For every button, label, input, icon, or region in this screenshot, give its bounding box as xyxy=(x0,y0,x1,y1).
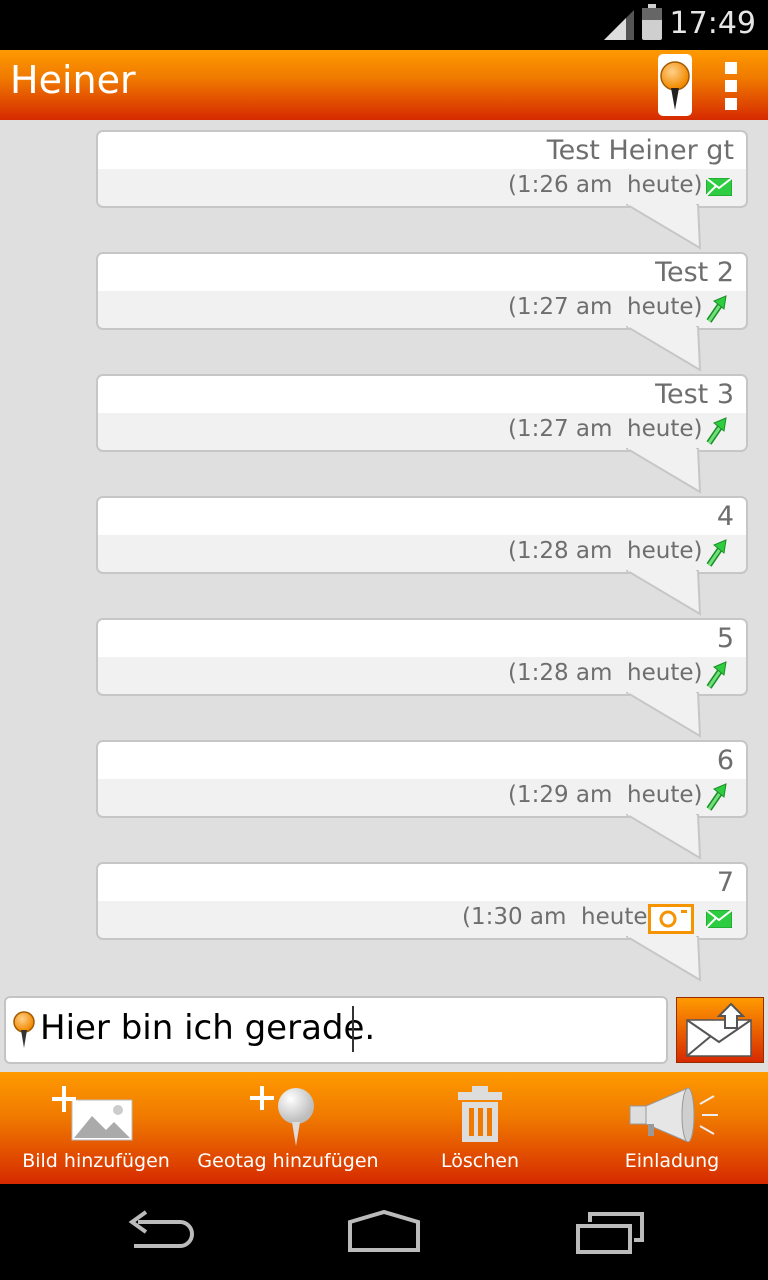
signal-icon xyxy=(604,10,634,40)
add-image-icon xyxy=(52,1086,133,1141)
add-geotag-label: Geotag hinzufügen xyxy=(197,1150,379,1172)
overflow-menu-icon xyxy=(725,62,737,74)
megaphone-icon xyxy=(629,1087,718,1142)
overflow-menu-button[interactable] xyxy=(716,62,746,114)
mail-sent-icon xyxy=(706,910,732,928)
add-geotag-button[interactable]: Geotag hinzufügen xyxy=(192,1072,384,1184)
page-title: Heiner xyxy=(10,58,136,102)
delete-button[interactable]: Löschen xyxy=(384,1072,576,1184)
sent-arrow-icon xyxy=(706,295,727,323)
bubble-tail xyxy=(626,326,702,372)
message-time: (1:27 am heute) xyxy=(508,294,703,320)
home-icon[interactable] xyxy=(346,1204,422,1260)
message-time: (1:30 am heute) xyxy=(462,904,657,930)
status-bar: 17:49 xyxy=(0,0,768,50)
bubble-tail xyxy=(626,814,702,860)
bubble-tail xyxy=(626,692,702,738)
message-text: 4 xyxy=(716,501,734,532)
message-time: (1:27 am heute) xyxy=(508,416,703,442)
bubble-tail xyxy=(626,448,702,494)
list-item[interactable]: Test 2 (1:27 am heute) xyxy=(96,252,748,372)
send-mail-icon xyxy=(686,1002,752,1057)
list-item[interactable]: Test 3 (1:27 am heute) xyxy=(96,374,748,494)
photo-attachment-icon[interactable] xyxy=(648,904,694,934)
status-time: 17:49 xyxy=(669,6,756,41)
mail-sent-icon xyxy=(706,178,732,196)
list-item[interactable]: 4 (1:28 am heute) xyxy=(96,496,748,616)
back-icon[interactable] xyxy=(124,1204,196,1260)
action-bar: Heiner xyxy=(0,50,768,120)
message-text: 7 xyxy=(716,867,734,898)
trash-icon xyxy=(458,1086,502,1142)
list-item[interactable]: Test Heiner gt (1:26 am heute) xyxy=(96,130,748,250)
message-time: (1:29 am heute) xyxy=(508,782,703,808)
bubble-tail xyxy=(626,570,702,616)
add-image-button[interactable]: Bild hinzufügen xyxy=(0,1072,192,1184)
add-geotag-icon xyxy=(250,1086,314,1146)
sent-arrow-icon xyxy=(706,783,727,811)
bubble-tail xyxy=(626,936,702,982)
map-pin-icon xyxy=(660,61,690,110)
invite-button[interactable]: Einladung xyxy=(576,1072,768,1184)
message-text: Test Heiner gt xyxy=(546,135,734,166)
invite-label: Einladung xyxy=(624,1150,720,1172)
add-image-label: Bild hinzufügen xyxy=(22,1150,170,1172)
message-text: 6 xyxy=(716,745,734,776)
message-text: Test 2 xyxy=(655,257,734,288)
list-item[interactable]: 7 (1:30 am heute) xyxy=(96,862,748,982)
recent-apps-icon[interactable] xyxy=(574,1204,646,1260)
message-input[interactable] xyxy=(40,1008,640,1048)
list-item[interactable]: 6 (1:29 am heute) xyxy=(96,740,748,860)
bottom-toolbar: Bild hinzufügen Geotag hinzufügen Lösche… xyxy=(0,1072,768,1184)
geotag-pin-icon xyxy=(13,1011,35,1048)
sent-arrow-icon xyxy=(706,539,727,567)
message-time: (1:28 am heute) xyxy=(508,660,703,686)
navigation-bar xyxy=(0,1184,768,1280)
message-composer[interactable] xyxy=(4,996,668,1064)
battery-icon xyxy=(642,4,662,40)
message-time: (1:26 am heute) xyxy=(508,172,703,198)
message-time: (1:28 am heute) xyxy=(508,538,703,564)
list-item[interactable]: 5 (1:28 am heute) xyxy=(96,618,748,738)
message-text: Test 3 xyxy=(655,379,734,410)
message-text: 5 xyxy=(716,623,734,654)
text-caret xyxy=(352,1006,354,1052)
map-pin-button[interactable] xyxy=(658,54,692,116)
send-button[interactable] xyxy=(676,997,764,1063)
sent-arrow-icon xyxy=(706,661,727,689)
overflow-dot xyxy=(725,98,737,110)
sent-arrow-icon xyxy=(706,417,727,445)
bubble-tail xyxy=(626,204,702,250)
delete-label: Löschen xyxy=(441,1150,519,1172)
overflow-dot xyxy=(725,80,737,92)
